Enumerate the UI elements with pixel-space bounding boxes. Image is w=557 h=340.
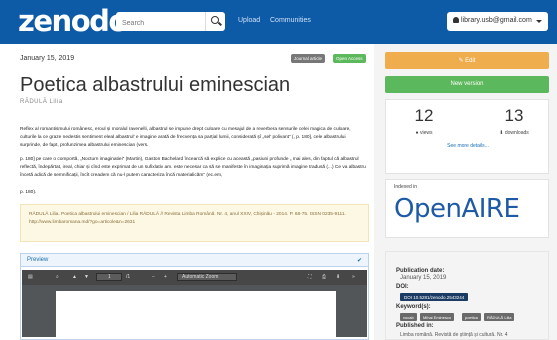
zoom-value: Automatic Zoom — [182, 274, 219, 280]
search-button[interactable] — [205, 12, 225, 31]
keyword-tag[interactable]: vocab — [400, 313, 417, 321]
caret-down-icon — [536, 20, 542, 23]
citation-box: RĂDULĂ Lilia. Poetica albastrului emines… — [20, 204, 369, 242]
find-icon[interactable]: ⌕ — [56, 274, 59, 280]
badge-journal-article: Journal article — [291, 54, 326, 63]
user-email: library.usb@gmail.com — [461, 17, 532, 24]
print-icon[interactable]: ⎙ — [322, 274, 326, 280]
zoom-out-icon[interactable]: − — [152, 274, 155, 280]
search-box — [116, 12, 225, 33]
indexed-in-panel: Indexed in OpenAIRE — [385, 179, 549, 238]
doi-badge[interactable]: DOI 10.5281/zenodo.2543244 — [400, 293, 469, 301]
preview-header[interactable]: Preview ✔ — [21, 254, 368, 267]
publication-date-value: January 15, 2019 — [400, 275, 447, 281]
pdf-page — [56, 291, 336, 337]
badge-open-access: Open Access — [333, 54, 366, 63]
sidebar-toggle-icon[interactable]: ▤ — [28, 274, 33, 280]
tools-icon[interactable]: » — [352, 274, 355, 280]
metadata-panel: Publication date: January 15, 2019 DOI: … — [385, 251, 549, 340]
doi-label: DOI: — [396, 284, 409, 290]
nav-communities[interactable]: Communities — [270, 17, 311, 24]
views-count: 12 — [414, 106, 434, 125]
search-icon — [211, 16, 219, 24]
record-title: Poetica albastrului eminescian — [20, 74, 291, 96]
openaire-logo[interactable]: OpenAIRE — [394, 194, 520, 224]
next-page-icon[interactable]: ▼ — [84, 274, 89, 280]
page-count: /1 — [126, 274, 131, 280]
keywords-label: Keyword(s): — [396, 304, 431, 310]
page-current: 1 — [108, 274, 111, 280]
user-menu-button[interactable]: library.usb@gmail.com — [447, 12, 548, 31]
see-more-details-link[interactable]: See more details... — [386, 143, 550, 149]
zoom-in-icon[interactable]: + — [164, 274, 167, 280]
nav-upload[interactable]: Upload — [238, 17, 260, 24]
published-in-value: Limba română. Revistă de știință și cult… — [400, 332, 508, 338]
search-input[interactable] — [116, 14, 202, 33]
top-navbar: zenodo Upload Communities library.usb@gm… — [0, 0, 557, 44]
preview-label: Preview — [27, 257, 49, 263]
abstract-paragraph-3: p. 180). — [20, 190, 37, 195]
pdf-viewer[interactable] — [22, 285, 367, 337]
keyword-tag[interactable]: RĂDULĂ Lilia — [484, 313, 515, 321]
fullscreen-icon[interactable]: ⛶ — [308, 274, 312, 280]
keyword-tag[interactable]: Mihai Eminescu — [420, 313, 455, 321]
preview-panel: Preview ✔ ▤ ⌕ ▲ ▼ 1 /1 − + Automatic Zoo… — [20, 253, 369, 340]
prev-page-icon[interactable]: ▲ — [72, 274, 77, 280]
downloads-label: ⬇ downloads — [499, 130, 529, 136]
record-author[interactable]: RĂDULĂ Lilia — [20, 99, 63, 105]
download-icon: ⬇ — [499, 130, 504, 136]
record-panel: January 15, 2019 Journal article Open Ac… — [0, 44, 374, 340]
download-icon[interactable]: ⬇ — [336, 274, 340, 280]
edit-button[interactable]: ✎ Edit — [385, 52, 549, 69]
pdf-toolbar: ▤ ⌕ ▲ ▼ 1 /1 − + Automatic Zoom ⛶ ⎙ ⬇ » — [22, 270, 367, 285]
abstract-paragraph-2: p. 180] pe care o comportă, „Nocturn ima… — [20, 157, 366, 178]
collapse-icon[interactable]: ✔ — [357, 257, 362, 264]
published-in-label: Published in: — [396, 323, 434, 329]
abstract-paragraph-1: Reflex al romantismului românesc, eroul … — [20, 127, 351, 148]
downloads-count: 13 — [504, 106, 524, 125]
publication-date-label: Publication date: — [396, 268, 445, 274]
keyword-tag[interactable]: poetica — [462, 313, 481, 321]
publication-date: January 15, 2019 — [20, 55, 75, 62]
stats-panel: 12 13 ● views ⬇ downloads See more detai… — [385, 99, 549, 174]
views-label: ● views — [415, 130, 433, 136]
user-icon — [453, 17, 459, 23]
new-version-button[interactable]: New version — [385, 76, 549, 93]
eye-icon: ● — [415, 130, 419, 136]
zenodo-logo[interactable]: zenodo — [18, 4, 128, 38]
indexed-in-label: Indexed in — [394, 184, 418, 190]
